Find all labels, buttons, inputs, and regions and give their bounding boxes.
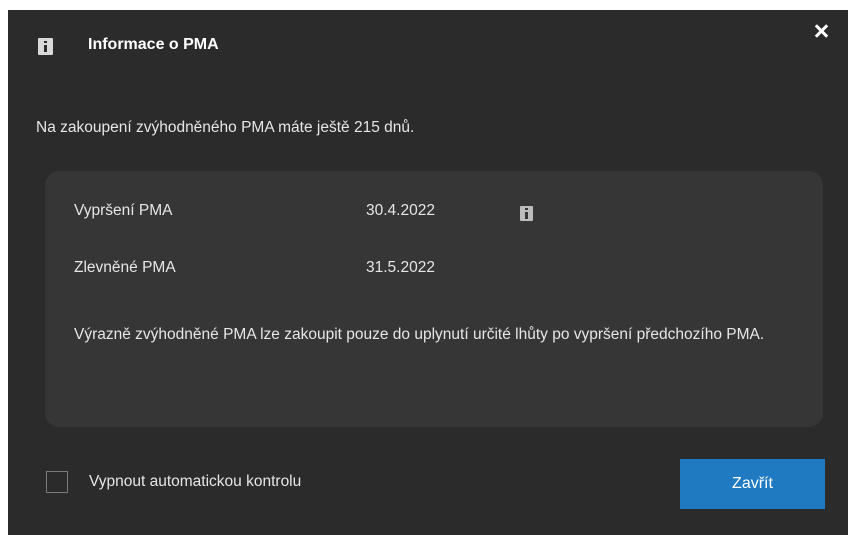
- discount-note: Výrazně zvýhodněné PMA lze zakoupit pouz…: [74, 326, 765, 343]
- expiry-info-icon[interactable]: [520, 206, 533, 221]
- discounted-date: 31.5.2022: [366, 259, 435, 276]
- info-icon: [38, 38, 53, 55]
- close-button[interactable]: Zavřít: [680, 459, 825, 509]
- remaining-days-message: Na zakoupení zvýhodněného PMA máte ještě…: [36, 119, 415, 136]
- close-icon[interactable]: [808, 18, 836, 46]
- auto-check-checkbox[interactable]: [46, 471, 68, 493]
- dialog-title: Informace o PMA: [88, 36, 219, 53]
- expiry-label: Vypršení PMA: [74, 202, 173, 219]
- discounted-label: Zlevněné PMA: [74, 259, 176, 276]
- details-panel: Vypršení PMA 30.4.2022 Zlevněné PMA 31.5…: [45, 171, 823, 427]
- expiry-date: 30.4.2022: [366, 202, 435, 219]
- title-bar: Informace o PMA: [8, 10, 848, 82]
- pma-info-dialog: Informace o PMA Na zakoupení zvýhodněnéh…: [8, 10, 848, 535]
- auto-check-label[interactable]: Vypnout automatickou kontrolu: [89, 473, 301, 491]
